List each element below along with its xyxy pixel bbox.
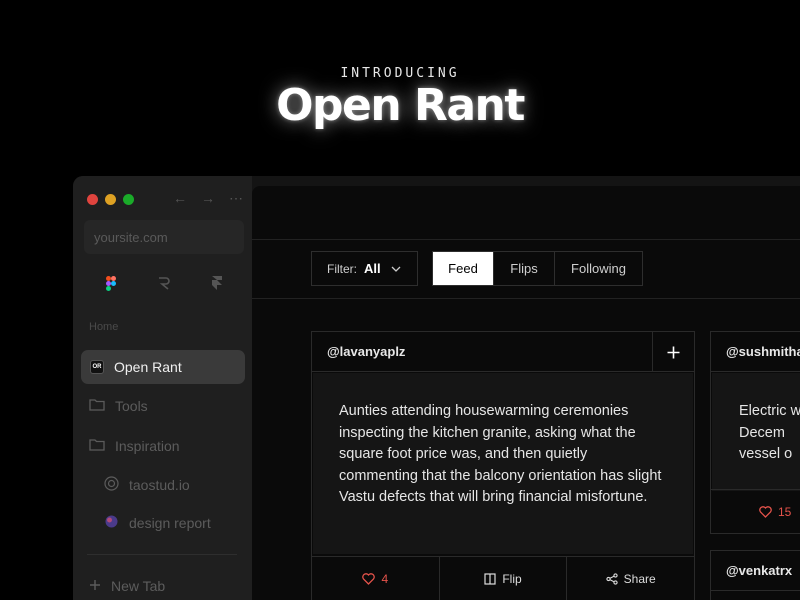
url-bar[interactable]: yoursite.com [84, 220, 244, 254]
forward-icon[interactable]: → [201, 190, 215, 207]
like-button[interactable]: 4 [312, 557, 439, 600]
follow-button[interactable] [652, 332, 694, 372]
folder-icon [89, 398, 105, 414]
raycast-icon[interactable] [155, 274, 173, 292]
rant-author[interactable]: @sushmithav [711, 332, 800, 372]
tab-following[interactable]: Following [554, 252, 642, 285]
share-icon [606, 572, 618, 585]
hero-kicker: INTRODUCING [340, 66, 460, 81]
sidebar-item-inspiration[interactable]: Inspiration [89, 438, 180, 454]
rant-actions: 4 Flip Share [312, 556, 694, 600]
hero-title: Open Rant [276, 80, 525, 131]
flip-icon [484, 572, 496, 585]
rant-text: Aunties attending housewarming ceremonie… [313, 373, 693, 554]
like-button[interactable]: 15 [759, 490, 791, 533]
sidebar: ← → ⋯ yoursite.com Home OR Open Rant Too… [73, 176, 252, 600]
share-button[interactable]: Share [566, 557, 694, 600]
tab-feed[interactable]: Feed [433, 252, 493, 285]
sidebar-item-design-report[interactable]: design report [104, 514, 211, 532]
sidebar-item-open-rant[interactable]: OR Open Rant [81, 350, 245, 384]
back-icon[interactable]: ← [173, 190, 187, 207]
sidebar-item-label: design report [129, 515, 211, 531]
rant-author[interactable]: @lavanyaplz [312, 332, 694, 372]
main-content: Filter: All Feed Flips Following @lavany… [252, 186, 800, 600]
maximize-window-button[interactable] [123, 194, 134, 205]
rant-text: Electric w of Decem vessel o [712, 373, 800, 491]
more-icon[interactable]: ⋯ [229, 190, 243, 207]
new-tab-label: New Tab [111, 578, 166, 594]
pinned-apps [84, 274, 244, 292]
sidebar-divider [87, 554, 237, 555]
sidebar-item-label: taostud.io [129, 477, 190, 493]
minimize-window-button[interactable] [105, 194, 116, 205]
open-rant-logo-icon: OR [90, 360, 104, 374]
framer-icon[interactable] [208, 274, 226, 292]
section-label: Home [89, 321, 119, 333]
globe-icon [104, 476, 119, 494]
rant-actions: 15 [711, 489, 800, 533]
plus-icon [667, 346, 680, 358]
sidebar-item-tools[interactable]: Tools [89, 398, 148, 414]
close-window-button[interactable] [87, 194, 98, 205]
tab-flips[interactable]: Flips [493, 252, 554, 285]
feed-tabs: Feed Flips Following [432, 251, 643, 286]
new-tab-button[interactable]: New Tab [89, 578, 165, 594]
window-nav: ← → ⋯ [173, 190, 243, 207]
filter-value: All [364, 261, 381, 276]
filter-bar: Filter: All Feed Flips Following [252, 240, 800, 299]
like-count: 4 [381, 571, 389, 586]
hero: INTRODUCING Open Rant [0, 0, 800, 176]
sidebar-item-label: Open Rant [114, 359, 182, 375]
flip-button[interactable]: Flip [438, 557, 567, 600]
window-controls [87, 194, 134, 205]
chevron-down-icon [391, 266, 401, 272]
sidebar-item-label: Tools [115, 398, 148, 414]
heart-icon [362, 572, 376, 585]
like-count: 15 [778, 504, 792, 519]
rant-author[interactable]: @venkatrx [711, 551, 800, 591]
heart-icon [759, 505, 772, 518]
rant-card: @sushmithav Electric w of Decem vessel o… [710, 331, 800, 534]
top-bar [252, 186, 800, 240]
filter-label: Filter: [327, 261, 357, 276]
sidebar-item-label: Inspiration [115, 438, 180, 454]
plus-icon [89, 578, 101, 594]
planet-icon [104, 514, 119, 532]
filter-dropdown[interactable]: Filter: All [311, 251, 418, 286]
figma-icon[interactable] [102, 274, 120, 292]
share-label: Share [623, 571, 656, 586]
sidebar-item-taostud[interactable]: taostud.io [104, 476, 190, 494]
folder-icon [89, 438, 105, 454]
rant-card: @venkatrx [710, 550, 800, 600]
browser-window: ← → ⋯ yoursite.com Home OR Open Rant Too… [73, 176, 800, 600]
flip-label: Flip [502, 571, 522, 586]
rant-card: @lavanyaplz Aunties attending housewarmi… [311, 331, 695, 600]
